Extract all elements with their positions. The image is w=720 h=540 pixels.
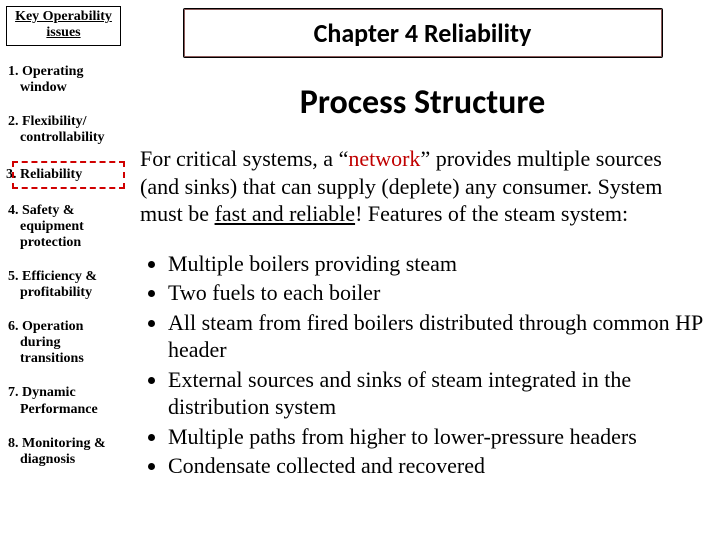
para-post: ! Features of the steam system:	[355, 201, 628, 226]
body-paragraph: For critical systems, a “network” provid…	[140, 145, 705, 228]
para-network: network	[348, 146, 420, 171]
para-underline: fast and reliable	[215, 201, 356, 226]
bullet-item: All steam from fired boilers distributed…	[168, 309, 705, 364]
bullet-item: Two fuels to each boiler	[168, 279, 705, 307]
sidebar-item-1: 1. Operating window	[18, 64, 121, 96]
sidebar-item-5: 5. Efficiency & profitability	[18, 269, 121, 301]
sidebar: Key Operability issues 1. Operating wind…	[6, 6, 121, 468]
sidebar-item-8: 8. Monitoring & diagnosis	[18, 436, 121, 468]
para-pre: For critical systems, a “	[140, 146, 348, 171]
chapter-title-box: Chapter 4 Reliability	[183, 8, 663, 58]
sidebar-item-6: 6. Operation during transitions	[18, 319, 121, 367]
bullet-item: Condensate collected and recovered	[168, 452, 705, 480]
slide-page: Key Operability issues 1. Operating wind…	[0, 0, 720, 540]
bullet-item: Multiple paths from higher to lower-pres…	[168, 423, 705, 451]
sidebar-item-3: 3. Reliability	[16, 165, 121, 185]
main-content: Chapter 4 Reliability Process Structure …	[140, 6, 705, 502]
sidebar-item-2: 2. Flexibility/ controllability	[18, 114, 121, 146]
sidebar-title-line1: Key Operability	[15, 9, 112, 24]
sidebar-item-7: 7. Dynamic Performance	[18, 385, 121, 417]
bullet-item: Multiple boilers providing steam	[168, 250, 705, 278]
bullet-item: External sources and sinks of steam inte…	[168, 366, 705, 421]
bullet-list: Multiple boilers providing steam Two fue…	[140, 250, 705, 480]
section-title: Process Structure	[140, 82, 705, 123]
sidebar-title: Key Operability issues	[6, 6, 121, 46]
sidebar-title-line2: issues	[46, 25, 80, 40]
sidebar-item-4: 4. Safety & equipment protection	[18, 203, 121, 251]
